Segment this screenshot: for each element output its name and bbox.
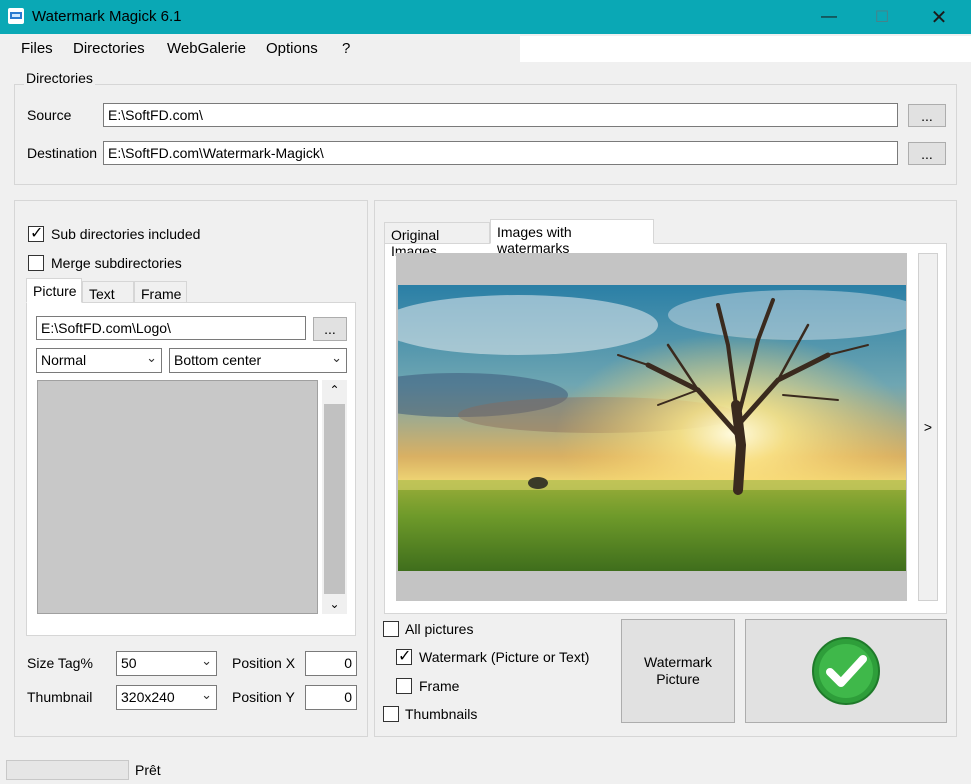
status-text: Prêt — [135, 762, 161, 778]
size-tag-select[interactable]: 50 ⌄ — [116, 651, 217, 676]
blend-mode-value: Normal — [41, 352, 87, 368]
chevron-down-icon: ⌄ — [201, 687, 212, 702]
merge-subdirectories-checkbox[interactable] — [28, 255, 44, 271]
scroll-down-icon[interactable]: ⌄ — [322, 594, 347, 614]
size-tag-label: Size Tag% — [27, 655, 93, 671]
thumbnail-label: Thumbnail — [27, 689, 93, 705]
logo-path-input[interactable]: E:\SoftFD.com\Logo\ — [36, 316, 306, 340]
watermark-checkbox[interactable] — [396, 647, 412, 667]
menu-files[interactable]: Files — [21, 40, 53, 57]
scroll-thumb[interactable] — [324, 404, 345, 594]
chevron-down-icon: ⌄ — [146, 350, 157, 365]
size-tag-value: 50 — [121, 655, 137, 671]
thumbnail-select[interactable]: 320x240 ⌄ — [116, 685, 217, 710]
logo-preview-scrollbar[interactable]: ⌃ ⌄ — [322, 380, 347, 614]
chevron-down-icon: ⌄ — [331, 350, 342, 365]
position-y-input[interactable]: 0 — [305, 685, 357, 710]
position-x-input[interactable]: 0 — [305, 651, 357, 676]
maximize-button[interactable]: ☐ — [859, 0, 905, 34]
sub-directories-checkbox[interactable] — [28, 224, 44, 244]
window-title: Watermark Magick 6.1 — [32, 8, 182, 25]
tab-picture[interactable]: Picture — [26, 278, 82, 303]
tab-frame[interactable]: Frame — [134, 281, 187, 303]
preview-image — [398, 285, 906, 571]
scroll-up-icon[interactable]: ⌃ — [322, 380, 347, 400]
menu-help[interactable]: ? — [342, 40, 350, 57]
frame-label: Frame — [419, 678, 460, 694]
minimize-button[interactable]: — — [806, 0, 852, 34]
next-image-button[interactable]: > — [918, 253, 938, 601]
all-pictures-label: All pictures — [405, 621, 474, 637]
sub-directories-label: Sub directories included — [51, 226, 201, 242]
frame-checkbox[interactable] — [396, 678, 412, 694]
thumbnails-label: Thumbnails — [405, 706, 478, 722]
menu-directories[interactable]: Directories — [73, 40, 145, 57]
destination-label: Destination — [27, 145, 98, 161]
source-input[interactable]: E:\SoftFD.com\ — [103, 103, 898, 127]
thumbnail-value: 320x240 — [121, 689, 175, 705]
position-select[interactable]: Bottom center ⌄ — [169, 348, 347, 373]
position-value: Bottom center — [174, 352, 262, 368]
logo-browse-button[interactable]: ... — [313, 317, 347, 341]
position-y-label: Position Y — [232, 689, 295, 705]
source-label: Source — [27, 107, 72, 123]
chevron-down-icon: ⌄ — [201, 653, 212, 668]
directories-group — [14, 84, 957, 185]
watermark-picture-button[interactable]: Watermark Picture — [621, 619, 735, 723]
close-button[interactable]: ✕ — [916, 0, 962, 34]
logo-preview — [37, 380, 318, 614]
merge-subdirectories-label: Merge subdirectories — [51, 255, 182, 271]
thumbnails-checkbox[interactable] — [383, 706, 399, 722]
position-x-label: Position X — [232, 655, 296, 671]
menu-webgalerie[interactable]: WebGalerie — [167, 40, 246, 57]
menu-options[interactable]: Options — [266, 40, 318, 57]
all-pictures-checkbox[interactable] — [383, 621, 399, 637]
watermark-label: Watermark (Picture or Text) — [419, 649, 590, 665]
run-button[interactable] — [745, 619, 947, 723]
tab-original-images[interactable]: Original Images — [384, 222, 490, 259]
destination-input[interactable]: E:\SoftFD.com\Watermark-Magick\ — [103, 141, 898, 165]
checkmark-icon — [812, 637, 880, 705]
menu-bar — [0, 34, 971, 64]
blend-mode-select[interactable]: Normal ⌄ — [36, 348, 162, 373]
directories-group-label: Directories — [24, 70, 95, 86]
destination-browse-button[interactable]: ... — [908, 142, 946, 165]
tab-text[interactable]: Text — [82, 281, 134, 303]
app-icon — [8, 8, 24, 24]
tab-images-with-watermarks[interactable]: Images with watermarks — [490, 219, 654, 256]
source-browse-button[interactable]: ... — [908, 104, 946, 127]
progress-bar — [6, 760, 129, 780]
